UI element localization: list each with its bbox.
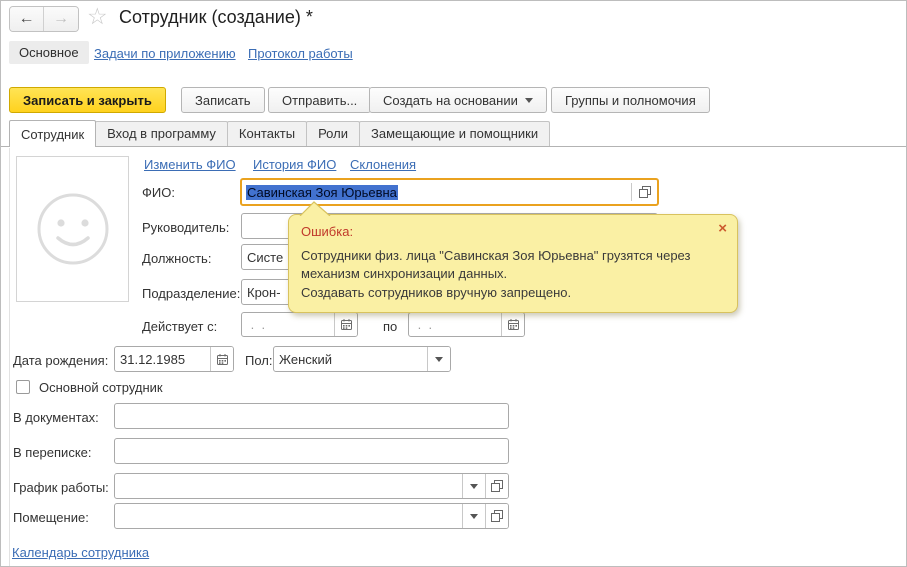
open-icon bbox=[491, 510, 503, 522]
close-icon[interactable]: × bbox=[718, 221, 727, 236]
birth-date-input[interactable] bbox=[115, 347, 210, 371]
history-nav-group: ← → bbox=[9, 6, 79, 32]
groups-permissions-button[interactable]: Группы и полномочия bbox=[551, 87, 710, 113]
gender-combobox[interactable] bbox=[273, 346, 451, 372]
page-title: Сотрудник (создание) * bbox=[119, 7, 313, 28]
calendar-icon bbox=[216, 353, 229, 366]
main-employee-label: Основной сотрудник bbox=[39, 380, 163, 395]
fio-history-link[interactable]: История ФИО bbox=[253, 157, 336, 172]
calendar-button[interactable] bbox=[501, 313, 524, 336]
calendar-icon bbox=[340, 318, 353, 331]
main-employee-checkbox[interactable] bbox=[16, 380, 30, 394]
valid-to-label: по bbox=[383, 319, 397, 334]
chevron-down-icon bbox=[435, 357, 443, 362]
send-button[interactable]: Отправить... bbox=[268, 87, 371, 113]
nav-item-main[interactable]: Основное bbox=[9, 41, 89, 64]
back-button[interactable]: ← bbox=[10, 7, 44, 31]
department-label: Подразделение: bbox=[142, 286, 240, 301]
create-from-button[interactable]: Создать на основании bbox=[369, 87, 547, 113]
dropdown-button[interactable] bbox=[427, 347, 450, 371]
work-schedule-label: График работы: bbox=[13, 480, 109, 495]
open-button[interactable] bbox=[632, 186, 657, 198]
employee-form-window: ← → ☆ Сотрудник (создание) * Основное За… bbox=[0, 0, 907, 567]
in-documents-input[interactable] bbox=[114, 403, 509, 429]
fio-value: Савинская Зоя Юрьевна bbox=[242, 185, 631, 200]
nav-link-tasks[interactable]: Задачи по приложению bbox=[94, 46, 236, 61]
favorite-star-icon[interactable]: ☆ bbox=[87, 3, 108, 30]
chevron-down-icon bbox=[470, 484, 478, 489]
birth-date-label: Дата рождения: bbox=[13, 353, 108, 368]
forward-button[interactable]: → bbox=[44, 7, 78, 31]
in-correspondence-label: В переписке: bbox=[13, 445, 92, 460]
error-message-line1: Сотрудники физ. лица "Савинская Зоя Юрье… bbox=[301, 247, 725, 284]
valid-from-label: Действует с: bbox=[142, 319, 217, 334]
birth-date-field[interactable] bbox=[114, 346, 234, 372]
save-and-close-button[interactable]: Записать и закрыть bbox=[9, 87, 166, 113]
fio-field[interactable]: Савинская Зоя Юрьевна bbox=[240, 178, 659, 206]
in-correspondence-input[interactable] bbox=[114, 438, 509, 464]
tab-employee[interactable]: Сотрудник bbox=[9, 120, 96, 147]
employee-photo-placeholder[interactable] bbox=[16, 156, 129, 302]
calendar-button[interactable] bbox=[210, 347, 233, 371]
work-schedule-input[interactable] bbox=[115, 474, 462, 498]
position-label: Должность: bbox=[142, 251, 211, 266]
valid-from-date-field[interactable] bbox=[241, 312, 358, 337]
open-button[interactable] bbox=[485, 504, 508, 528]
room-field[interactable] bbox=[114, 503, 509, 529]
room-input[interactable] bbox=[115, 504, 462, 528]
dropdown-button[interactable] bbox=[462, 504, 485, 528]
gender-label: Пол: bbox=[245, 353, 273, 368]
smiley-face-icon bbox=[27, 183, 119, 275]
back-arrow-icon: ← bbox=[19, 10, 35, 28]
open-icon bbox=[491, 480, 503, 492]
dropdown-button[interactable] bbox=[462, 474, 485, 498]
employee-calendar-link[interactable]: Календарь сотрудника bbox=[12, 545, 149, 560]
form-left-divider bbox=[9, 148, 10, 567]
tab-program-login[interactable]: Вход в программу bbox=[95, 121, 228, 146]
change-fio-link[interactable]: Изменить ФИО bbox=[144, 157, 236, 172]
valid-to-date-input[interactable] bbox=[409, 313, 501, 336]
room-label: Помещение: bbox=[13, 510, 89, 525]
tab-roles[interactable]: Роли bbox=[306, 121, 360, 146]
work-schedule-field[interactable] bbox=[114, 473, 509, 499]
open-icon bbox=[639, 186, 651, 198]
tab-contacts[interactable]: Контакты bbox=[227, 121, 307, 146]
error-title: Ошибка: bbox=[301, 224, 725, 239]
manager-label: Руководитель: bbox=[142, 220, 229, 235]
tab-strip: Сотрудник Вход в программу Контакты Роли… bbox=[1, 120, 906, 147]
valid-to-date-field[interactable] bbox=[408, 312, 525, 337]
declension-link[interactable]: Склонения bbox=[350, 157, 416, 172]
calendar-icon bbox=[507, 318, 520, 331]
selected-text: Савинская Зоя Юрьевна bbox=[246, 185, 398, 200]
chevron-down-icon bbox=[470, 514, 478, 519]
open-button[interactable] bbox=[485, 474, 508, 498]
create-from-label: Создать на основании bbox=[383, 93, 518, 108]
error-tooltip: Ошибка: × Сотрудники физ. лица "Савинска… bbox=[288, 214, 738, 313]
in-documents-label: В документах: bbox=[13, 410, 99, 425]
calendar-button[interactable] bbox=[334, 313, 357, 336]
valid-from-date-input[interactable] bbox=[242, 313, 334, 336]
save-button[interactable]: Записать bbox=[181, 87, 265, 113]
error-message-line2: Создавать сотрудников вручную запрещено. bbox=[301, 284, 725, 302]
chevron-down-icon bbox=[525, 98, 533, 103]
tab-deputies[interactable]: Замещающие и помощники bbox=[359, 121, 550, 146]
forward-arrow-icon: → bbox=[53, 10, 69, 28]
gender-input[interactable] bbox=[274, 347, 427, 371]
fio-label: ФИО: bbox=[142, 185, 175, 200]
nav-link-protocol[interactable]: Протокол работы bbox=[248, 46, 353, 61]
